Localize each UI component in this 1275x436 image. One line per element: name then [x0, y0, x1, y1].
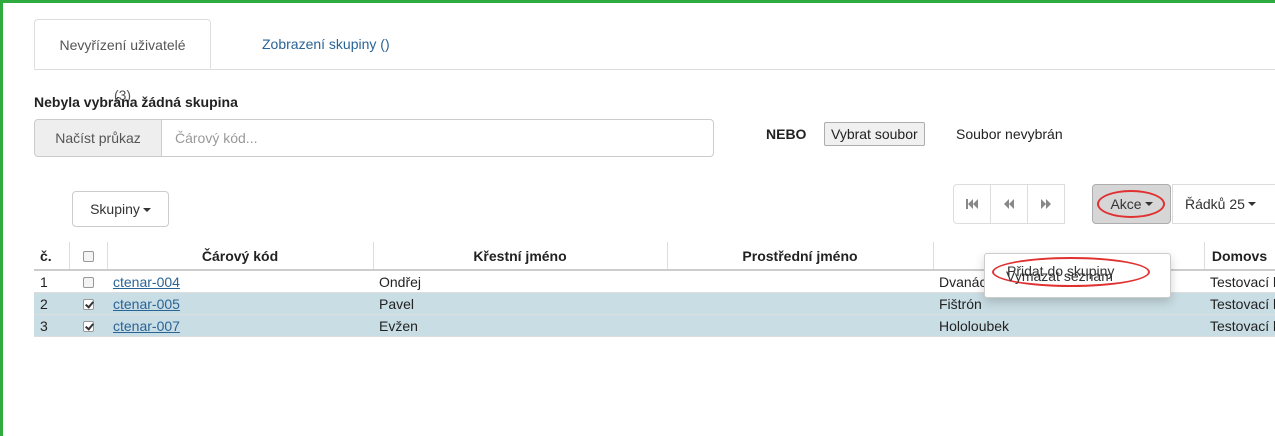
first-page-button[interactable] [953, 184, 991, 224]
row-number: 2 [34, 292, 69, 315]
or-label: NEBO [766, 126, 807, 142]
caret-down-icon [1247, 202, 1256, 206]
scan-card-addon: Načíst průkaz [34, 119, 162, 157]
actions-dropdown-button[interactable]: Akce [1092, 184, 1171, 224]
barcode-cell: ctenar-007 [107, 314, 373, 337]
header-home-library[interactable]: Domovs [1204, 242, 1275, 271]
rows-per-page-dropdown[interactable]: Řádků 25 [1172, 184, 1275, 224]
menu-item-clear-list[interactable]: Vymazat seznam [1006, 268, 1113, 284]
select-all-checkbox[interactable] [82, 251, 94, 263]
home-library-cell: Testovací knih [1204, 314, 1275, 337]
barcode-link[interactable]: ctenar-004 [113, 274, 180, 290]
header-number[interactable]: č. [34, 242, 70, 271]
middle-name-cell [667, 292, 933, 315]
row-number: 1 [34, 270, 69, 293]
tab-pending-users[interactable]: Nevyřízení uživatelé (3) [34, 19, 211, 103]
file-status: Soubor nevybrán [956, 126, 1063, 142]
caret-down-icon [1144, 202, 1153, 206]
first-name-cell: Evžen [373, 314, 667, 337]
actions-label: Akce [1110, 196, 1142, 212]
barcode-link[interactable]: ctenar-005 [113, 296, 180, 312]
row-number: 3 [34, 314, 69, 337]
groups-button-label: Skupiny [90, 201, 140, 217]
scan-card-group: Načíst průkaz [34, 119, 714, 157]
first-name-cell: Ondřej [373, 270, 667, 293]
barcode-cell: ctenar-004 [107, 270, 373, 293]
tab-bar: Nevyřízení uživatelé (3) Zobrazení skupi… [34, 19, 1275, 103]
rewind-icon [1004, 199, 1014, 209]
barcode-link[interactable]: ctenar-007 [113, 318, 180, 334]
previous-page-button[interactable] [990, 184, 1028, 224]
no-group-label: Nebyla vybrána žádná skupina [34, 94, 238, 110]
header-first-name[interactable]: Křestní jméno [373, 242, 668, 271]
row-checkbox-cell[interactable] [69, 314, 107, 337]
choose-file-button[interactable]: Vybrat soubor [824, 122, 925, 146]
barcode-input[interactable] [161, 119, 714, 157]
first-name-cell: Pavel [373, 292, 667, 315]
home-library-cell: Testovací knih [1204, 292, 1275, 315]
home-library-cell: Testovací knih [1204, 270, 1275, 293]
last-name-cell: Hololoubek [933, 314, 1204, 337]
middle-name-cell [667, 314, 933, 337]
barcode-cell: ctenar-005 [107, 292, 373, 315]
row-checkbox[interactable] [82, 277, 94, 289]
caret-down-icon [142, 208, 151, 213]
rows-per-page-label: Řádků 25 [1185, 196, 1245, 212]
tab-group-view[interactable]: Zobrazení skupiny () [248, 19, 404, 69]
table-row[interactable]: 3 ctenar-007 Evžen Hololoubek Testovací … [34, 314, 1275, 337]
row-checkbox-cell[interactable] [69, 292, 107, 315]
header-middle-name[interactable]: Prostřední jméno [667, 242, 934, 271]
row-checkbox[interactable] [82, 321, 94, 333]
header-select-all[interactable] [69, 242, 108, 271]
fast-forward-icon [1041, 199, 1051, 209]
skip-first-icon [966, 199, 978, 209]
row-checkbox[interactable] [82, 299, 94, 311]
middle-name-cell [667, 270, 933, 293]
row-checkbox-cell[interactable] [69, 270, 107, 293]
groups-dropdown-button[interactable]: Skupiny [72, 191, 169, 227]
header-barcode[interactable]: Čárový kód [107, 242, 374, 271]
next-page-button[interactable] [1027, 184, 1065, 224]
